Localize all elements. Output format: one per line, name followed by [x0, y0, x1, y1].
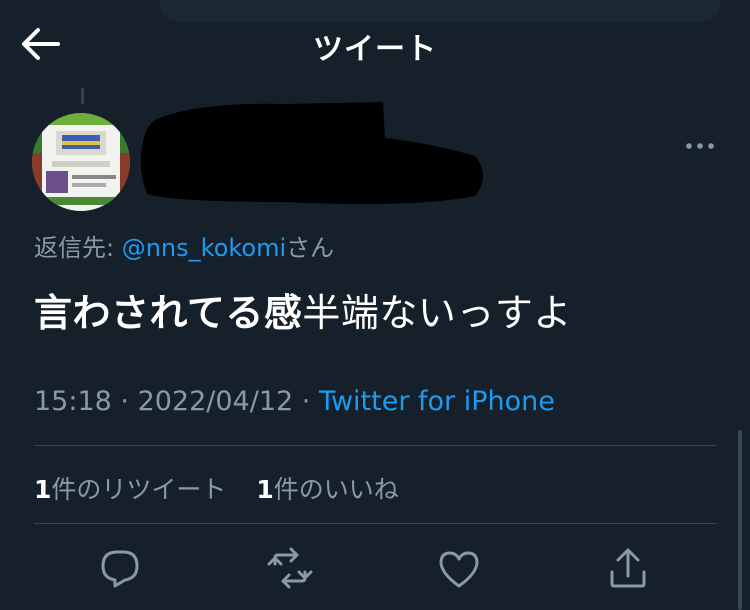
divider-bottom: [34, 523, 717, 524]
tweet-text: 言わされてる感半端ないっすよ: [34, 282, 572, 337]
divider-top: [34, 445, 717, 446]
redacted-username: [135, 98, 495, 208]
meta-separator-2: ·: [293, 386, 319, 417]
retweet-icon: [267, 547, 313, 589]
reply-button[interactable]: [95, 544, 145, 594]
likes-stat[interactable]: 1件のいいね: [256, 475, 398, 504]
redaction-mark: [140, 102, 483, 204]
likes-count: 1: [256, 475, 274, 504]
reply-prefix: 返信先:: [34, 234, 122, 262]
scrollbar[interactable]: [738, 430, 742, 610]
share-button[interactable]: [603, 544, 653, 594]
header-bar: ツイート: [0, 0, 750, 90]
reply-suffix: さん: [286, 234, 335, 262]
thread-connector-line: [81, 88, 84, 104]
retweets-count: 1: [34, 475, 52, 504]
more-dots-icon: [686, 143, 714, 149]
reply-to-line: 返信先: @nns_kokomiさん: [34, 228, 334, 263]
tweet-source-link[interactable]: Twitter for iPhone: [319, 386, 555, 417]
avatar[interactable]: [32, 113, 130, 211]
action-bar: [0, 544, 750, 594]
reply-icon: [101, 550, 139, 588]
retweets-stat[interactable]: 1件のリツイート: [34, 475, 226, 504]
likes-label: 件のいいね: [273, 475, 399, 504]
meta-separator: ·: [111, 386, 138, 417]
retweets-label: 件のリツイート: [51, 475, 227, 504]
tweet-detail-screen: ツイート 返信先: @nns_kokomiさん 言わされてる感半端ないっすよ 1…: [0, 0, 750, 610]
heart-icon: [439, 551, 479, 588]
tweet-date: 2022/04/12: [137, 386, 294, 417]
tweet-text-bold: 言わされてる感: [34, 291, 303, 335]
page-title: ツイート: [313, 32, 437, 67]
avatar-image: [32, 113, 130, 211]
share-icon: [610, 548, 646, 588]
tweet-time: 15:18: [34, 386, 112, 417]
reply-mention-link[interactable]: @nns_kokomi: [122, 234, 286, 262]
tweet-text-rest: 半端ないっすよ: [302, 291, 572, 335]
tweet-stats: 1件のリツイート 1件のいいね: [34, 470, 399, 506]
like-button[interactable]: [434, 544, 484, 594]
retweet-button[interactable]: [265, 544, 315, 594]
tweet-meta: 15:18 · 2022/04/12 · Twitter for iPhone: [34, 386, 555, 417]
more-options-button[interactable]: [684, 138, 716, 154]
